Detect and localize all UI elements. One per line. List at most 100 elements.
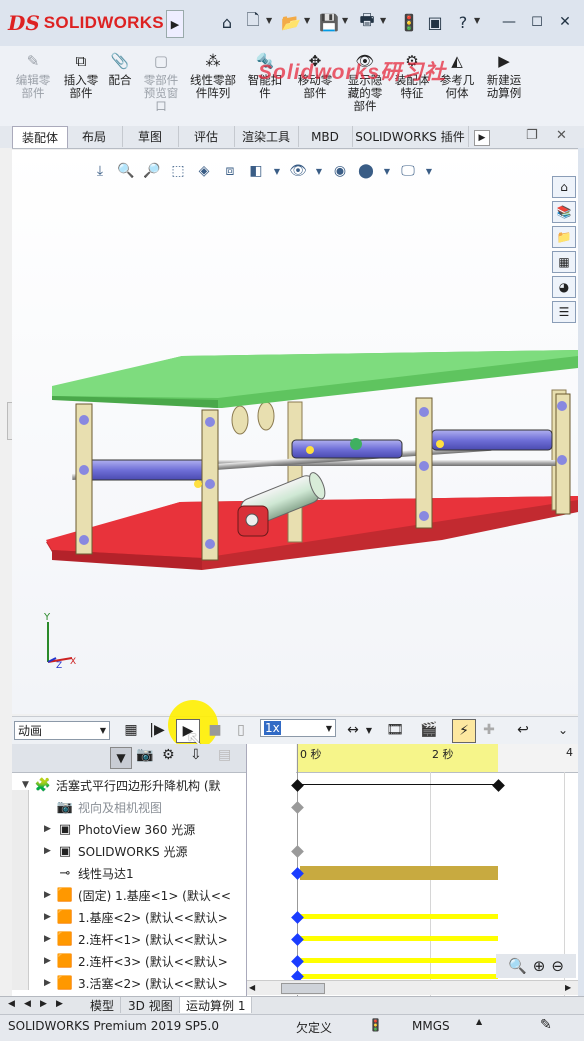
chevron-down-icon[interactable]: ▼ <box>380 16 388 25</box>
autokey-icon[interactable]: ⚡ <box>452 719 476 743</box>
view-orientation-icon[interactable]: ⧈ <box>220 161 240 181</box>
tab-scroll-right-icon[interactable]: ▶ <box>40 999 47 1009</box>
close-icon[interactable]: ✕ <box>554 10 576 34</box>
chevron-right-icon[interactable]: ▶ <box>44 978 56 988</box>
tree-item[interactable]: ▶ 🟧 3.活塞<2> (默认<<默认> <box>44 972 244 994</box>
chevron-up-icon[interactable]: ▲ <box>476 1017 482 1026</box>
tab-4[interactable]: 渲染工具 <box>234 126 299 147</box>
tab-scroll-icon[interactable]: ▶ <box>474 130 490 146</box>
bottom-tab-0[interactable]: 模型 <box>84 997 122 1013</box>
view-settings-icon[interactable]: 🖵 <box>398 161 418 181</box>
zoom-to-fit-icon[interactable]: ⤓ <box>90 161 110 181</box>
chevron-right-icon[interactable]: ▶ <box>44 912 56 922</box>
solidworks-logo[interactable]: DS SOLIDWORKS <box>8 8 168 38</box>
chevron-down-icon[interactable]: ⌄ <box>552 719 574 741</box>
scroll-left-icon[interactable]: ◀ <box>249 983 255 992</box>
tree-scrollbar[interactable] <box>12 790 29 990</box>
chevron-down-icon[interactable]: ▼ <box>424 161 434 181</box>
chevron-right-icon[interactable]: ▶ <box>44 824 56 834</box>
chevron-down-icon[interactable]: ▼ <box>266 16 274 25</box>
tree-item[interactable]: ▶ 🟧 2.连杆<3> (默认<<默认> <box>44 950 244 972</box>
tree-item[interactable]: ▶ 🟧 (固定) 1.基座<1> (默认<< <box>44 884 244 906</box>
options-icon[interactable]: ▣ <box>424 10 446 34</box>
chevron-down-icon[interactable]: ▼ <box>272 161 282 181</box>
bottom-tab-1[interactable]: 3D 视图 <box>122 997 180 1013</box>
expand-menu-button[interactable]: ▶ <box>166 10 184 38</box>
restore-icon[interactable]: ❐ <box>526 128 538 143</box>
tree-item[interactable]: ▶ ▣ SOLIDWORKS 光源 <box>44 840 244 862</box>
appearances-icon[interactable]: ◕ <box>552 276 576 298</box>
restore-icon[interactable]: ☐ <box>526 10 548 34</box>
chevron-down-icon[interactable]: ▼ <box>314 161 324 181</box>
zoom-to-fit-icon[interactable]: 🔍 <box>508 957 527 975</box>
unit-system[interactable]: MMGS <box>412 1019 450 1033</box>
study-type-select[interactable]: 动画 ▼ <box>14 721 110 740</box>
tree-item[interactable]: ▶ 🟧 2.连杆<1> (默认<<默认> <box>44 928 244 950</box>
save-animation-icon[interactable]: 🎞 <box>384 719 406 741</box>
filter-selected-icon[interactable]: ⇩ <box>190 747 202 763</box>
help-icon[interactable]: ? <box>452 10 474 34</box>
cmd-button-1[interactable]: ⧉ 插入零 部件 <box>58 50 104 122</box>
cmd-button-4[interactable]: ⁂ 线性零部 件阵列 <box>186 50 240 122</box>
chevron-down-icon[interactable]: ▼ <box>22 780 34 790</box>
zoom-to-area-icon[interactable]: 🔍 <box>116 161 136 181</box>
chevron-right-icon[interactable]: ▶ <box>44 846 56 856</box>
new-document-icon[interactable]: 🗋 <box>242 10 264 34</box>
bottom-tab-2[interactable]: 运动算例 1 <box>180 997 253 1013</box>
custom-properties-icon[interactable]: ☰ <box>552 301 576 323</box>
cmd-button-0[interactable]: ✎ 编辑零 部件 <box>10 50 56 122</box>
zoom-out-icon[interactable]: ⊖ <box>551 957 564 975</box>
solidworks-resources-icon[interactable]: ⌂ <box>552 176 576 198</box>
add-key-icon[interactable]: ✚ <box>478 719 500 741</box>
motors-icon[interactable]: ↩ <box>512 719 534 741</box>
timeline-bar-motor[interactable] <box>300 866 498 880</box>
scroll-thumb[interactable] <box>281 983 325 994</box>
edit-appearance-icon[interactable]: ◉ <box>330 161 350 181</box>
timeline-scrollbar[interactable]: ◀ ▶ <box>247 980 578 995</box>
chevron-down-icon[interactable]: ▼ <box>304 16 312 25</box>
display-style-icon[interactable]: ◧ <box>246 161 266 181</box>
hide-show-items-icon[interactable]: 👁 <box>288 161 308 181</box>
animation-wizard-icon[interactable]: 🎬 <box>418 719 440 741</box>
tab-1[interactable]: 布局 <box>66 126 123 147</box>
chevron-down-icon[interactable]: ▼ <box>364 719 374 741</box>
design-library-icon[interactable]: 📚 <box>552 201 576 223</box>
chevron-down-icon[interactable]: ▼ <box>382 161 392 181</box>
calculate-icon[interactable]: ▦ <box>120 719 142 741</box>
view-palette-icon[interactable]: ▦ <box>552 251 576 273</box>
stop-button[interactable]: ■ <box>204 719 226 741</box>
section-view-icon[interactable]: ⬚ <box>168 161 188 181</box>
tree-item[interactable]: ▶ ▣ PhotoView 360 光源 <box>44 818 244 840</box>
rebuild-icon[interactable]: 🚦 <box>398 10 420 34</box>
cmd-button-2[interactable]: 📎 配合 <box>104 50 136 122</box>
tab-scroll-right-icon[interactable]: ▶ <box>56 999 63 1009</box>
timeline-bar-component[interactable] <box>300 958 498 963</box>
filter-icon[interactable]: ▼ <box>110 747 132 769</box>
apply-scene-icon[interactable]: ⬤ <box>356 161 376 181</box>
chevron-right-icon[interactable]: ▶ <box>44 890 56 900</box>
timeline-bar-component[interactable] <box>300 914 498 919</box>
chevron-down-icon[interactable]: ▼ <box>474 16 482 25</box>
play-from-start-icon[interactable]: |▶ <box>146 719 168 741</box>
tab-0[interactable]: 装配体 <box>12 126 68 148</box>
home-icon[interactable]: ⌂ <box>216 10 238 34</box>
tab-6[interactable]: SOLIDWORKS 插件 <box>352 126 469 147</box>
filter-driving-icon[interactable]: ⚙ <box>162 747 175 763</box>
tree-item[interactable]: ▶ 🟧 1.基座<2> (默认<<默认> <box>44 906 244 928</box>
timeline-bar-component[interactable] <box>300 936 498 941</box>
tab-3[interactable]: 评估 <box>178 126 235 147</box>
tab-2[interactable]: 草图 <box>122 126 179 147</box>
dynamic-annotation-icon[interactable]: ◈ <box>194 161 214 181</box>
save-icon[interactable]: 💾 <box>318 10 340 34</box>
chevron-right-icon[interactable]: ▶ <box>44 934 56 944</box>
playback-loop-icon[interactable]: ↔ <box>342 719 364 741</box>
cmd-button-10[interactable]: ▶ 新建运 动算例 <box>482 50 526 122</box>
playback-mode-icon[interactable]: ▯ <box>230 719 252 741</box>
file-explorer-icon[interactable]: 📁 <box>552 226 576 248</box>
customize-icon[interactable]: ✎ <box>540 1017 552 1033</box>
rebuild-status-icon[interactable]: 🚦 <box>368 1018 383 1032</box>
tab-5[interactable]: MBD <box>298 126 353 147</box>
scroll-right-icon[interactable]: ▶ <box>565 983 571 992</box>
print-icon[interactable]: 🖶 <box>356 10 378 34</box>
tab-scroll-left-icon[interactable]: ◀ <box>24 999 31 1009</box>
